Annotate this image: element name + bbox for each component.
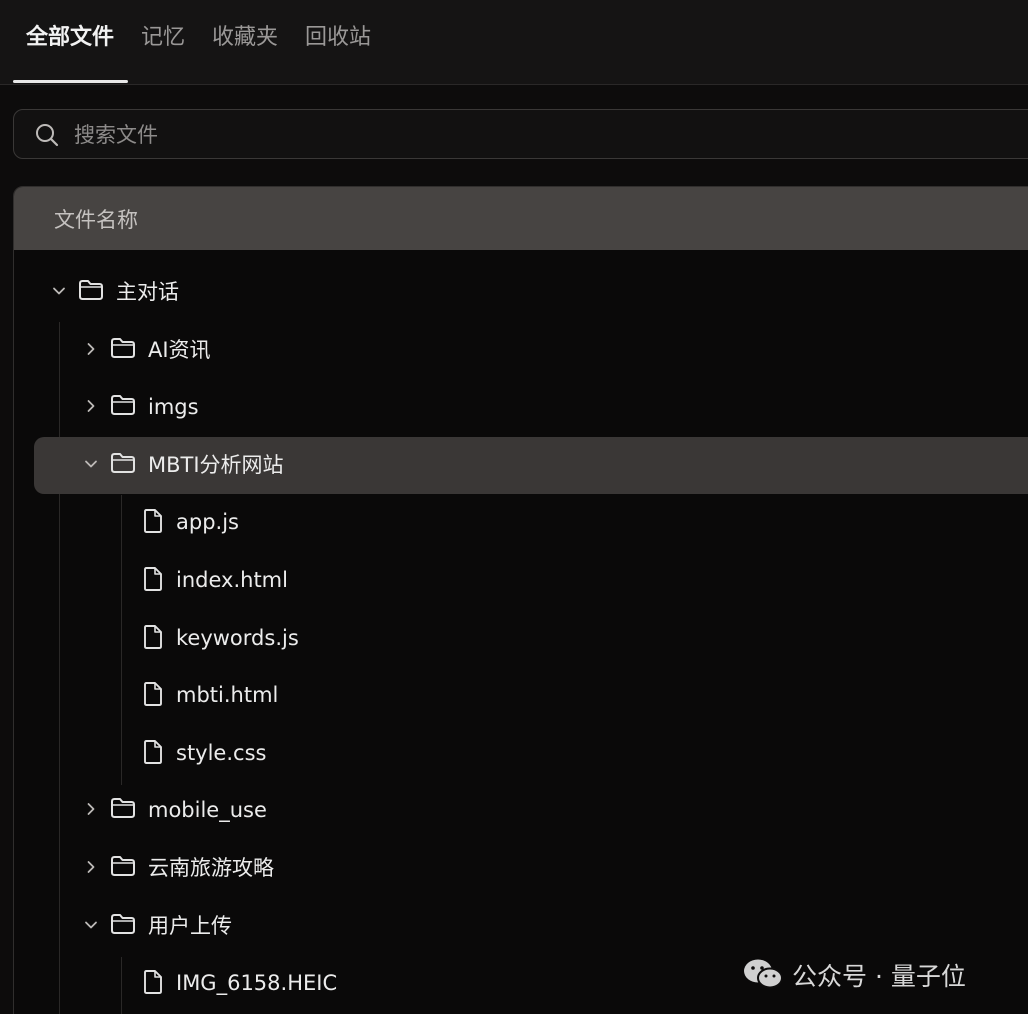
tree-item-label: 用户上传 xyxy=(148,913,232,938)
column-header: 文件名称 xyxy=(14,187,1028,250)
tree-item-label: app.js xyxy=(176,510,239,535)
search-icon xyxy=(36,124,59,147)
tab-favorites[interactable]: 收藏夹 xyxy=(212,22,278,54)
chevron-down-icon[interactable] xyxy=(52,283,66,302)
folder-icon xyxy=(110,854,136,882)
tab-bar: 全部文件 记忆 收藏夹 回收站 xyxy=(0,0,1028,85)
tree-file-row[interactable]: mbti.html xyxy=(34,667,1028,724)
file-icon xyxy=(142,624,164,654)
tab-memory[interactable]: 记忆 xyxy=(141,22,185,54)
chevron-right-icon[interactable] xyxy=(84,801,98,820)
tree-file-row[interactable]: index.html xyxy=(34,552,1028,609)
tree-file-row[interactable]: keywords.js xyxy=(34,610,1028,667)
tab-all-files[interactable]: 全部文件 xyxy=(26,22,114,54)
search-input[interactable] xyxy=(72,118,976,152)
chevron-right-icon[interactable] xyxy=(84,859,98,878)
folder-icon xyxy=(110,796,136,824)
tree-item-label: mobile_use xyxy=(148,798,267,823)
file-icon xyxy=(142,739,164,769)
chevron-down-icon[interactable] xyxy=(84,456,98,475)
tree-item-label: keywords.js xyxy=(176,625,299,650)
tree-folder-row[interactable]: AI资讯 xyxy=(34,322,1028,379)
column-header-name: 文件名称 xyxy=(54,208,138,232)
tree-file-row[interactable]: app.js xyxy=(34,494,1028,551)
watermark-text: 公众号 · 量子位 xyxy=(792,962,966,991)
tree-item-label: IMG_6158.HEIC xyxy=(176,971,338,996)
file-icon xyxy=(142,508,164,538)
tree-item-label: 云南旅游攻略 xyxy=(148,856,274,880)
folder-icon xyxy=(78,278,104,306)
tree-item-label: mbti.html xyxy=(176,683,279,708)
file-tree-panel: 文件名称 主对话 AI资讯 imgs MBTI分析网站 app.js index.html… xyxy=(13,186,1028,1014)
tree-folder-row[interactable]: imgs xyxy=(34,379,1028,436)
folder-icon xyxy=(110,336,136,364)
tree-item-label: index.html xyxy=(176,568,288,592)
tree-item-label: AI资讯 xyxy=(148,337,211,362)
wechat-icon xyxy=(744,959,783,989)
tree-item-label: style.css xyxy=(176,740,267,765)
folder-icon xyxy=(110,393,136,421)
file-icon xyxy=(142,969,164,999)
chevron-right-icon[interactable] xyxy=(84,341,98,360)
folder-icon xyxy=(110,451,136,479)
tree-folder-row[interactable]: MBTI分析网站 xyxy=(34,436,1028,494)
file-browser: 全部文件 记忆 收藏夹 回收站 文件名称 主对话 AI资讯 imgs MBTI分析网站… xyxy=(0,0,1028,1014)
tree-item-label: 主对话 xyxy=(116,280,179,304)
folder-icon xyxy=(110,912,136,940)
tree-folder-row[interactable]: mobile_use xyxy=(34,782,1028,839)
file-icon xyxy=(142,681,164,711)
tree-item-label: imgs xyxy=(148,395,199,420)
search-box[interactable] xyxy=(13,109,1028,159)
chevron-right-icon[interactable] xyxy=(84,398,98,417)
tree-item-label: MBTI分析网站 xyxy=(148,452,284,477)
tree-file-row[interactable]: style.css xyxy=(34,725,1028,782)
chevron-down-icon[interactable] xyxy=(84,917,98,936)
file-icon xyxy=(142,566,164,596)
active-tab-indicator xyxy=(13,80,128,83)
tab-recycle-bin[interactable]: 回收站 xyxy=(305,22,371,54)
tree-folder-row[interactable]: 主对话 xyxy=(34,264,1028,321)
tree-folder-row[interactable]: 云南旅游攻略 xyxy=(34,840,1028,897)
tree-folder-row[interactable]: 用户上传 xyxy=(34,898,1028,955)
